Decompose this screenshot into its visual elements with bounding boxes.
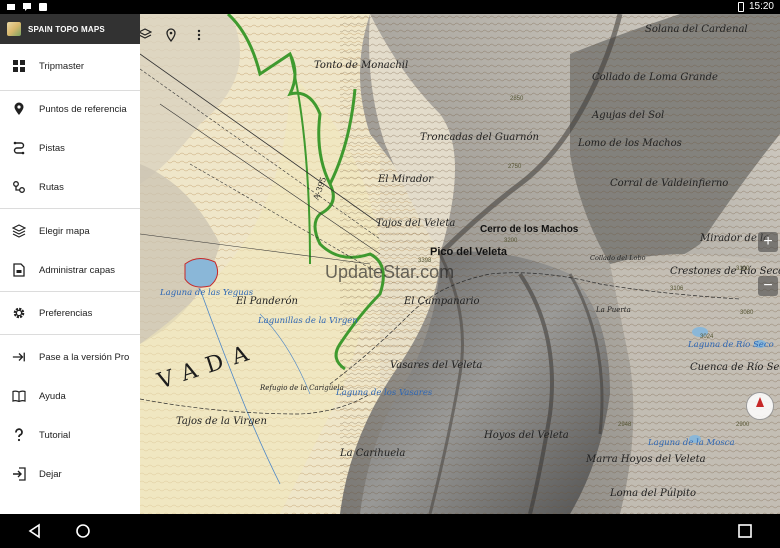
drawer-header: SPAIN TOPO MAPS [0, 14, 140, 44]
map-label: Tajos del Veleta [376, 218, 456, 229]
status-time: 15:20 [748, 1, 774, 12]
map-label: La Carihuela [340, 448, 406, 459]
elevation-label: 3080 [740, 310, 754, 316]
divider [0, 291, 140, 292]
pin-icon [12, 102, 26, 116]
grid-icon [12, 59, 26, 73]
map-label: Agujas del Sol [592, 110, 665, 121]
layers-icon [12, 224, 26, 238]
zoom-in-button[interactable]: + [758, 232, 778, 252]
water-label: Laguna de los Vasares [336, 388, 433, 398]
menu-item-tracks[interactable]: Pistas [0, 129, 140, 167]
status-bar: 15:20 [0, 0, 780, 14]
notification-icon [23, 3, 31, 11]
navigation-drawer: SPAIN TOPO MAPS Tripmaster Puntos de ref… [0, 14, 140, 514]
menu-item-upgrade-pro[interactable]: Pase a la versión Pro [0, 338, 140, 376]
map-label: Solana del Cardenal [645, 24, 748, 35]
gear-icon [12, 306, 26, 320]
peak-label: Cerro de los Machos [480, 224, 579, 235]
back-icon[interactable] [26, 522, 44, 540]
menu-item-label: Puntos de referencia [39, 103, 127, 115]
menu-item-label: Tripmaster [39, 60, 85, 72]
map-label: Loma del Púlpito [610, 488, 696, 499]
menu-item-choose-map[interactable]: Elegir mapa [0, 212, 140, 250]
elevation-label: 3106 [670, 286, 684, 292]
map-label: Hoyos del Veleta [484, 430, 569, 441]
pin-icon[interactable] [164, 28, 178, 42]
map-label: Tajos de la Virgen [176, 416, 267, 427]
watermark: UpdateStar.com [325, 262, 455, 282]
menu-item-tutorial[interactable]: Tutorial [0, 416, 140, 454]
menu-item-label: Pase a la versión Pro [39, 351, 130, 363]
elevation-label: 3100 [736, 266, 750, 272]
home-icon[interactable] [74, 522, 92, 540]
menu-item-label: Tutorial [39, 429, 71, 441]
map-label: La Puerta [596, 306, 631, 314]
water-label: Laguna de Río Seco [688, 340, 774, 350]
elevation-label: 2750 [508, 164, 522, 170]
navigation-bar [0, 514, 780, 548]
recents-icon[interactable] [736, 522, 754, 540]
elevation-label: 2850 [510, 96, 524, 102]
divider [0, 208, 140, 209]
map-label: El Mirador [378, 174, 434, 185]
help-icon [12, 428, 26, 442]
menu-item-routes[interactable]: Rutas [0, 168, 140, 206]
notification-icon [7, 4, 15, 10]
menu-item-preferences[interactable]: Preferencias [0, 294, 140, 332]
water-label: Laguna de la Mosca [648, 438, 735, 448]
map-label: El Campanario [404, 296, 480, 307]
app-title: SPAIN TOPO MAPS [28, 24, 105, 34]
file-icon [12, 263, 26, 277]
menu-item-label: Ayuda [39, 390, 66, 402]
map-label: Refugio de la Carigüela [260, 384, 344, 392]
elevation-label: 2948 [618, 422, 632, 428]
battery-icon [737, 1, 744, 12]
app-icon [7, 22, 21, 36]
book-icon [12, 389, 26, 403]
map-label: Lomo de los Machos [578, 138, 682, 149]
map-label: Vasares del Veleta [390, 360, 483, 371]
map-label: Collado de Loma Grande [592, 72, 718, 83]
zoom-out-button[interactable]: − [758, 276, 778, 296]
menu-item-label: Dejar [39, 468, 62, 480]
layers-icon[interactable] [140, 28, 152, 42]
menu-item-tripmaster[interactable]: Tripmaster [0, 47, 140, 85]
divider [0, 334, 140, 335]
menu-item-manage-layers[interactable]: Administrar capas [0, 251, 140, 289]
arrow-icon [12, 350, 26, 364]
menu-item-label: Administrar capas [39, 264, 116, 276]
track-icon [12, 141, 26, 155]
notification-icon [39, 3, 47, 11]
map-label: Cuenca de Río Seco [690, 362, 780, 373]
elevation-label: 3024 [700, 334, 714, 340]
menu-item-label: Elegir mapa [39, 225, 90, 237]
map-label: Troncadas del Guarnón [420, 132, 539, 143]
route-icon [12, 180, 26, 194]
map-label: Corral de Valdeinfierno [610, 178, 729, 189]
elevation-label: 2900 [736, 422, 750, 428]
compass-icon[interactable] [746, 392, 774, 420]
menu-item-exit[interactable]: Dejar [0, 455, 140, 493]
map-label: Marra Hoyos del Veleta [586, 454, 706, 465]
map-label: Tonto de Monachil [314, 60, 409, 71]
map-label: Collado del Lobo [590, 254, 646, 262]
map-view[interactable]: Tonto de Monachil Collado de Loma Grande… [140, 14, 780, 514]
menu-item-label: Preferencias [39, 307, 93, 319]
menu-item-waypoints[interactable]: Puntos de referencia [0, 90, 140, 128]
exit-icon [12, 467, 26, 481]
elevation-label: 3200 [504, 238, 518, 244]
water-label: Lagunillas de la Virgen [258, 316, 358, 326]
water-label: Laguna de las Yeguas [160, 288, 254, 298]
peak-label: Pico del Veleta [430, 246, 508, 258]
more-icon[interactable] [192, 28, 206, 42]
menu-item-help[interactable]: Ayuda [0, 377, 140, 415]
menu-item-label: Rutas [39, 181, 64, 193]
menu-item-label: Pistas [39, 142, 65, 154]
